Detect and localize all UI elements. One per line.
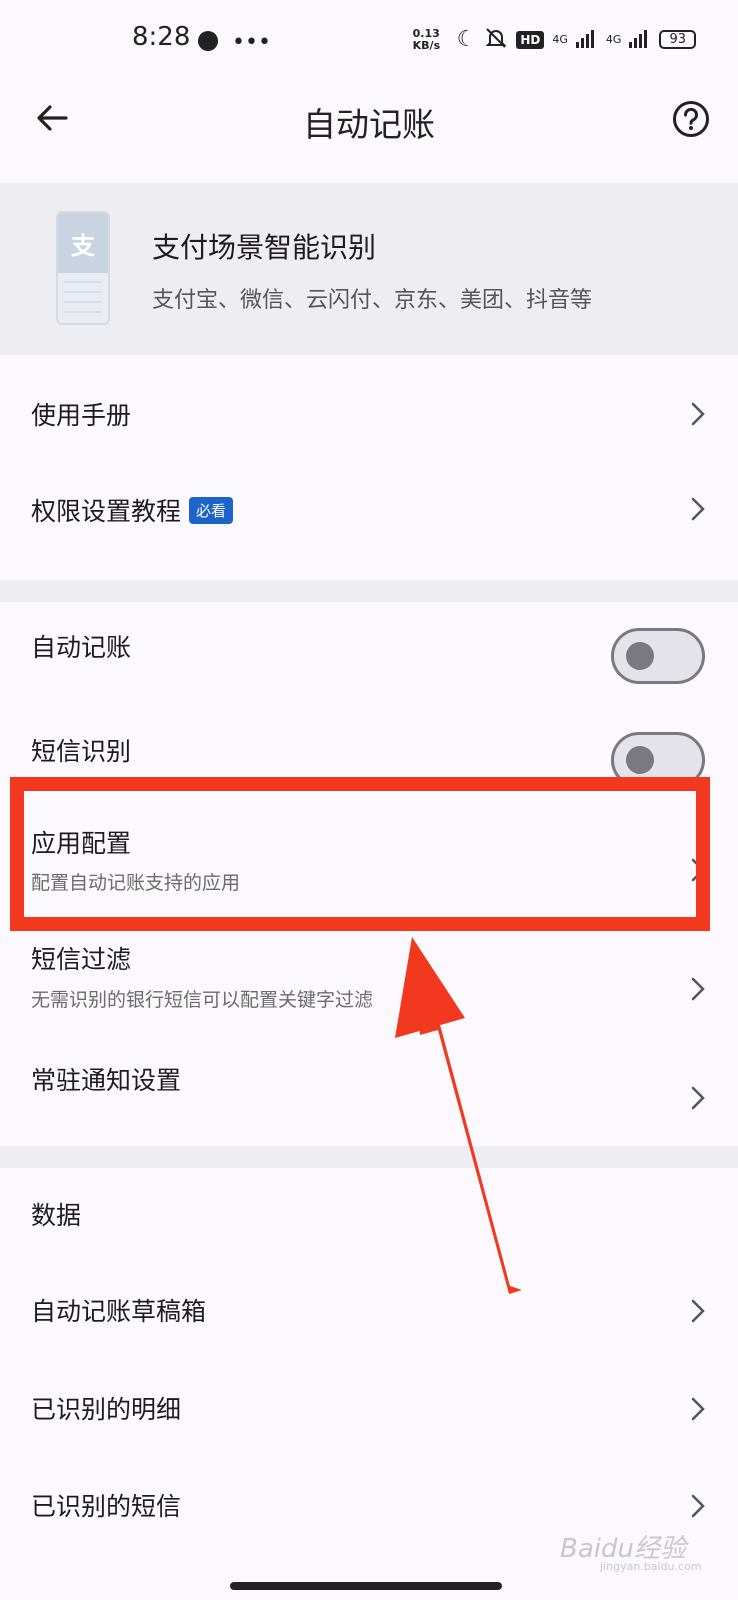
chevron-right-icon <box>691 1397 705 1421</box>
help-button[interactable] <box>672 100 710 138</box>
draft-box-item[interactable]: 自动记账草稿箱 <box>31 1292 206 1328</box>
network-speed: 0.13 KB/s <box>412 26 441 52</box>
bell-off-icon <box>484 26 508 53</box>
signal-icon <box>575 28 598 51</box>
chevron-right-icon <box>691 977 705 1001</box>
chevron-right-icon <box>691 497 705 521</box>
auto-record-toggle[interactable] <box>611 628 705 684</box>
feature-header-card <box>0 183 738 355</box>
baidu-watermark-domain: jingyan.baidu.com <box>600 1560 702 1573</box>
highlight-box <box>10 777 710 931</box>
permission-tutorial-item[interactable]: 权限设置教程 必看 <box>31 492 234 528</box>
sms-filter-label[interactable]: 短信过滤 <box>31 940 131 976</box>
header-title: 支付场景智能识别 <box>152 231 377 264</box>
sms-recognition-label: 短信识别 <box>31 737 132 766</box>
alipay-glyph: 支 <box>58 213 108 273</box>
must-read-badge: 必看 <box>189 496 234 524</box>
recognized-details-item[interactable]: 已识别的明细 <box>31 1390 181 1426</box>
sms-filter-subtitle: 无需识别的银行短信可以配置关键字过滤 <box>31 989 374 1011</box>
notification-settings-item[interactable]: 常驻通知设置 <box>31 1061 181 1097</box>
battery-level: 93 <box>669 32 686 47</box>
section-divider <box>0 580 738 602</box>
network-label-1: 4G <box>552 33 568 46</box>
network-label-2: 4G <box>605 33 622 46</box>
chevron-right-icon <box>691 1494 705 1518</box>
alipay-phone-icon: 支 <box>56 211 110 325</box>
chevron-right-icon <box>691 1086 705 1110</box>
status-time: 8:28 <box>132 22 191 52</box>
status-notification-icon <box>198 31 218 51</box>
data-section-heading: 数据 <box>31 1201 82 1230</box>
section-divider <box>0 1146 738 1168</box>
page-title: 自动记账 <box>303 105 435 144</box>
auto-record-label: 自动记账 <box>31 633 132 662</box>
help-circle-icon <box>673 101 709 137</box>
more-dots-icon: ••• <box>232 30 271 55</box>
hd-badge: HD <box>516 30 545 49</box>
signal-icon-2 <box>629 28 651 51</box>
moon-icon: ☾ <box>456 27 477 52</box>
home-indicator[interactable] <box>230 1582 502 1590</box>
permission-tutorial-label: 权限设置教程 <box>31 497 182 526</box>
battery-icon: 93 <box>659 30 696 49</box>
chevron-right-icon <box>691 402 705 426</box>
chevron-right-icon <box>691 1299 705 1323</box>
header-subtitle: 支付宝、微信、云闪付、京东、美团、抖音等 <box>152 288 593 313</box>
status-icons: 0.13 KB/s ☾ HD 4G 4G 93 <box>413 26 696 53</box>
recognized-sms-item[interactable]: 已识别的短信 <box>31 1487 181 1523</box>
user-manual-item[interactable]: 使用手册 <box>31 396 131 432</box>
